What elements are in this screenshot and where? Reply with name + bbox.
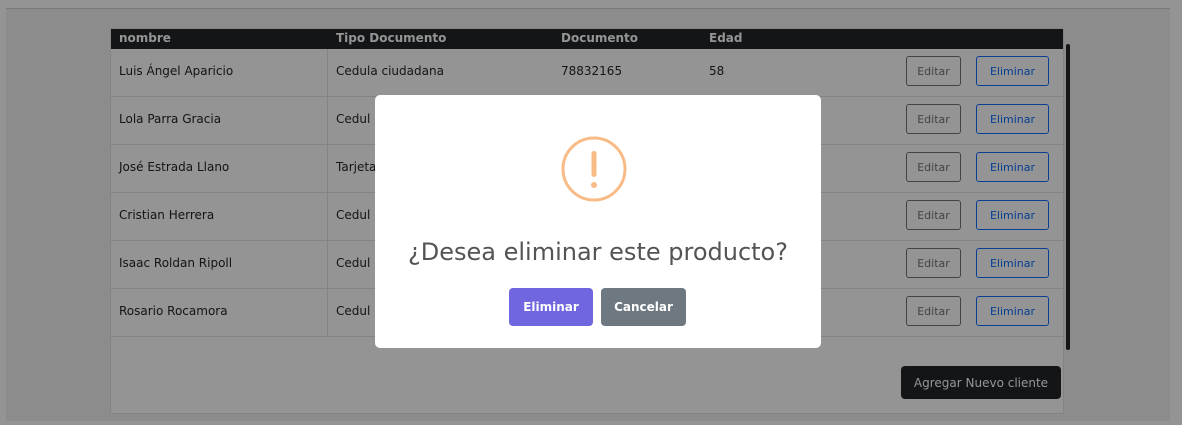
confirm-delete-dialog: ¿Desea eliminar este producto? Eliminar … — [375, 95, 821, 348]
dialog-title: ¿Desea eliminar este producto? — [408, 238, 788, 266]
cancel-button[interactable]: Cancelar — [601, 288, 686, 326]
warning-icon — [561, 136, 627, 202]
confirm-delete-button[interactable]: Eliminar — [509, 288, 593, 326]
